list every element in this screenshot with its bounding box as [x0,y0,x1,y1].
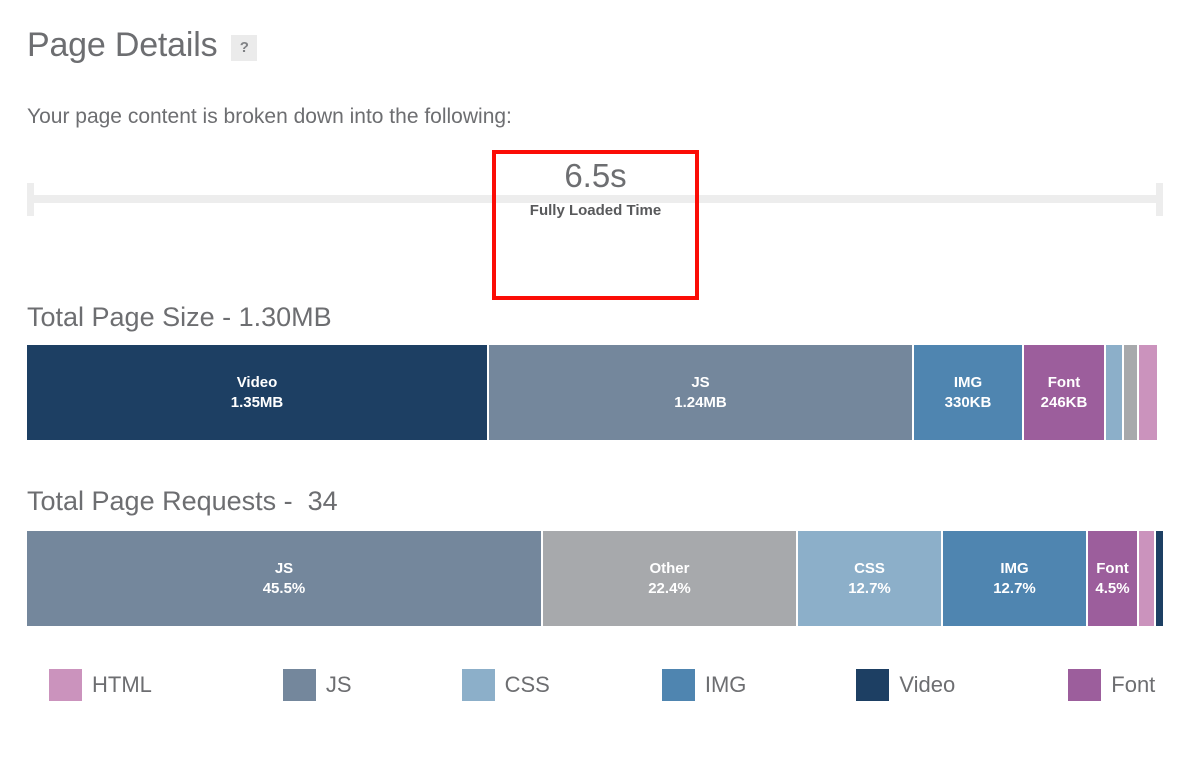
legend-item-js[interactable]: JS [282,669,352,701]
legend-label: IMG [704,672,747,697]
requests-segment-video[interactable] [1156,531,1163,626]
total-page-size-bar: Video 1.35MB JS 1.24MB IMG 330KB Font 246KB [27,345,1163,440]
segment-label: Font [1047,374,1081,392]
segment-value: 246KB [1040,393,1088,411]
legend-label: Font [1111,672,1156,697]
segment-value: 4.5% [1095,579,1130,597]
segment-label: JS [691,374,710,392]
segment-value: 22.4% [648,579,691,597]
legend-label: CSS [504,672,550,697]
requests-segment-other[interactable]: Other 22.4% [543,531,798,626]
legend-item-video[interactable]: Video [856,669,955,701]
size-segment-js[interactable]: JS 1.24MB [489,345,914,440]
legend-label: Video [899,672,956,697]
page-header: Page Details ? [27,26,258,64]
segment-label: Video [236,374,278,392]
timeline-cap-end [1156,183,1163,216]
segment-label: Font [1096,560,1129,578]
size-segment-html[interactable] [1139,345,1157,440]
size-segment-video[interactable]: Video 1.35MB [27,345,489,440]
segment-label: IMG [1000,560,1029,578]
segment-value: 1.35MB [230,393,284,411]
total-page-requests-bar: JS 45.5% Other 22.4% CSS 12.7% IMG 12.7% Font 4.5… [27,531,1163,626]
legend-swatch-font [1068,669,1102,701]
legend-swatch-video [856,669,890,701]
legend-item-css[interactable]: CSS [461,669,550,701]
total-page-requests-heading: Total Page Requests - 34 [27,486,338,516]
requests-segment-js[interactable]: JS 45.5% [27,531,543,626]
segment-label: CSS [854,560,885,578]
segment-value: 1.24MB [674,393,727,411]
segment-value: 12.7% [848,579,891,597]
segment-label: JS [274,560,294,578]
segment-value: 330KB [944,393,992,411]
chart-legend: HTMLJSCSSIMGVideoFontOther [49,669,1169,701]
legend-item-font[interactable]: Font [1068,669,1155,701]
legend-label: HTML [92,672,152,697]
total-page-size-heading: Total Page Size - 1.30MB [27,302,332,332]
size-segment-other[interactable] [1124,345,1139,440]
requests-segment-img[interactable]: IMG 12.7% [943,531,1088,626]
requests-segment-html[interactable] [1139,531,1156,626]
segment-label: IMG [953,374,983,392]
requests-segment-font[interactable]: Font 4.5% [1088,531,1139,626]
legend-swatch-img [661,669,695,701]
segment-value: 45.5% [262,579,306,597]
legend-item-img[interactable]: IMG [661,669,747,701]
size-segment-font[interactable]: Font 246KB [1024,345,1106,440]
legend-item-html[interactable]: HTML [49,669,152,701]
fully-loaded-highlight-box [492,150,699,300]
legend-swatch-js [282,669,316,701]
segment-label: Other [649,560,690,578]
legend-swatch-css [461,669,495,701]
timeline-cap-start [27,183,34,216]
requests-segment-css[interactable]: CSS 12.7% [798,531,943,626]
legend-swatch-html [49,669,82,701]
size-segment-img[interactable]: IMG 330KB [914,345,1024,440]
page-details-panel: Page Details ? Your page content is brok… [0,0,1182,778]
size-segment-css[interactable] [1106,345,1124,440]
help-icon[interactable]: ? [231,34,258,61]
legend-label: JS [325,672,352,697]
segment-value: 12.7% [993,579,1036,597]
page-title: Page Details [27,26,218,64]
page-subtitle: Your page content is broken down into th… [27,105,512,128]
